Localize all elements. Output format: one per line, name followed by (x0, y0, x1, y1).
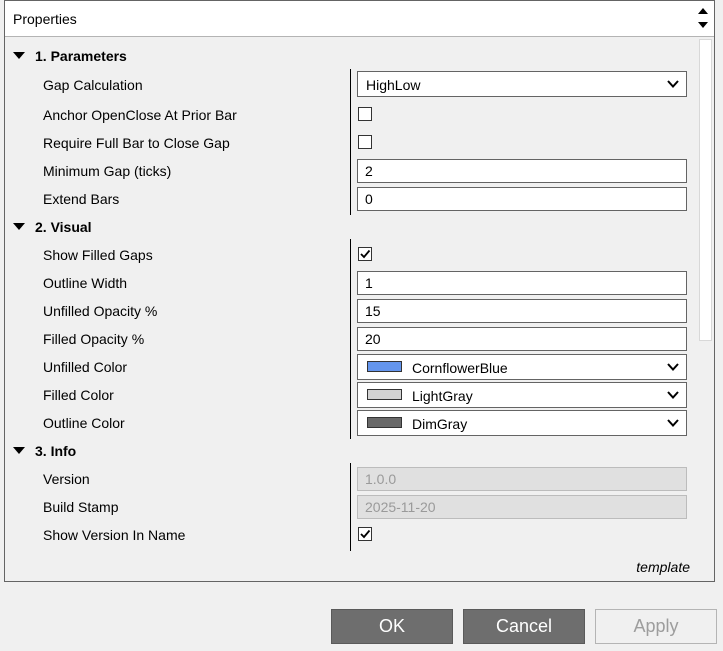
column-divider-parameters[interactable] (350, 69, 351, 215)
scrollbar-thumb[interactable] (699, 39, 712, 341)
label-anchor-openclose: Anchor OpenClose At Prior Bar (43, 107, 237, 123)
header-title: Properties (13, 11, 77, 27)
outline-width-input[interactable]: 1 (357, 271, 687, 295)
filled-opacity-input[interactable]: 20 (357, 327, 687, 351)
filled-color-select[interactable]: LightGray (357, 382, 687, 408)
template-label[interactable]: template (636, 559, 690, 575)
gap-calculation-select[interactable]: HighLow (357, 71, 687, 97)
unfilled-opacity-input[interactable]: 15 (357, 299, 687, 323)
collapse-arrow-icon[interactable] (13, 223, 25, 230)
label-build-stamp: Build Stamp (43, 499, 119, 515)
apply-button[interactable]: Apply (595, 609, 717, 644)
label-outline-color: Outline Color (43, 415, 125, 431)
anchor-openclose-checkbox[interactable] (358, 107, 372, 121)
checkmark-icon (360, 249, 371, 259)
label-require-full-bar: Require Full Bar to Close Gap (43, 135, 230, 151)
minimum-gap-input[interactable]: 2 (357, 159, 687, 183)
collapse-arrow-icon[interactable] (13, 447, 25, 454)
label-version: Version (43, 471, 90, 487)
outline-color-value: DimGray (412, 416, 468, 432)
color-swatch (367, 361, 402, 372)
chevron-down-icon (667, 363, 679, 371)
label-show-filled-gaps: Show Filled Gaps (43, 247, 153, 263)
checkmark-icon (360, 529, 371, 539)
section-title: 1. Parameters (35, 48, 127, 64)
label-unfilled-opacity: Unfilled Opacity % (43, 303, 158, 319)
label-gap-calculation: Gap Calculation (43, 77, 143, 93)
require-full-bar-checkbox[interactable] (358, 135, 372, 149)
version-input: 1.0.0 (357, 467, 687, 491)
filled-color-value: LightGray (412, 388, 473, 404)
chevron-down-icon (667, 419, 679, 427)
show-version-checkbox[interactable] (358, 527, 372, 541)
column-divider-visual[interactable] (350, 239, 351, 439)
build-stamp-input: 2025-11-20 (357, 495, 687, 519)
properties-panel: Properties 1. Parameters Gap Calculation… (4, 0, 715, 582)
properties-dialog: Properties 1. Parameters Gap Calculation… (0, 0, 723, 651)
section-title: 3. Info (35, 443, 77, 459)
chevron-down-icon (667, 80, 679, 88)
color-swatch (367, 389, 402, 400)
show-filled-gaps-checkbox[interactable] (358, 247, 372, 261)
label-unfilled-color: Unfilled Color (43, 359, 128, 375)
label-minimum-gap: Minimum Gap (ticks) (43, 163, 172, 179)
scroll-down-icon[interactable] (698, 22, 708, 28)
column-divider-info[interactable] (350, 463, 351, 551)
chevron-down-icon (667, 391, 679, 399)
scroll-up-icon[interactable] (698, 8, 708, 14)
vertical-scrollbar[interactable] (698, 37, 713, 581)
section-title: 2. Visual (35, 219, 92, 235)
label-outline-width: Outline Width (43, 275, 128, 291)
gap-calculation-value: HighLow (366, 77, 421, 93)
label-filled-opacity: Filled Opacity % (43, 331, 145, 347)
color-swatch (367, 417, 402, 428)
label-filled-color: Filled Color (43, 387, 114, 403)
properties-header: Properties (5, 1, 714, 37)
collapse-arrow-icon[interactable] (13, 52, 25, 59)
extend-bars-input[interactable]: 0 (357, 187, 687, 211)
unfilled-color-value: CornflowerBlue (412, 360, 508, 376)
label-show-version: Show Version In Name (43, 527, 186, 543)
outline-color-select[interactable]: DimGray (357, 410, 687, 436)
header-spinner[interactable] (696, 3, 710, 33)
unfilled-color-select[interactable]: CornflowerBlue (357, 354, 687, 380)
label-extend-bars: Extend Bars (43, 191, 120, 207)
cancel-button[interactable]: Cancel (463, 609, 585, 644)
ok-button[interactable]: OK (331, 609, 453, 644)
